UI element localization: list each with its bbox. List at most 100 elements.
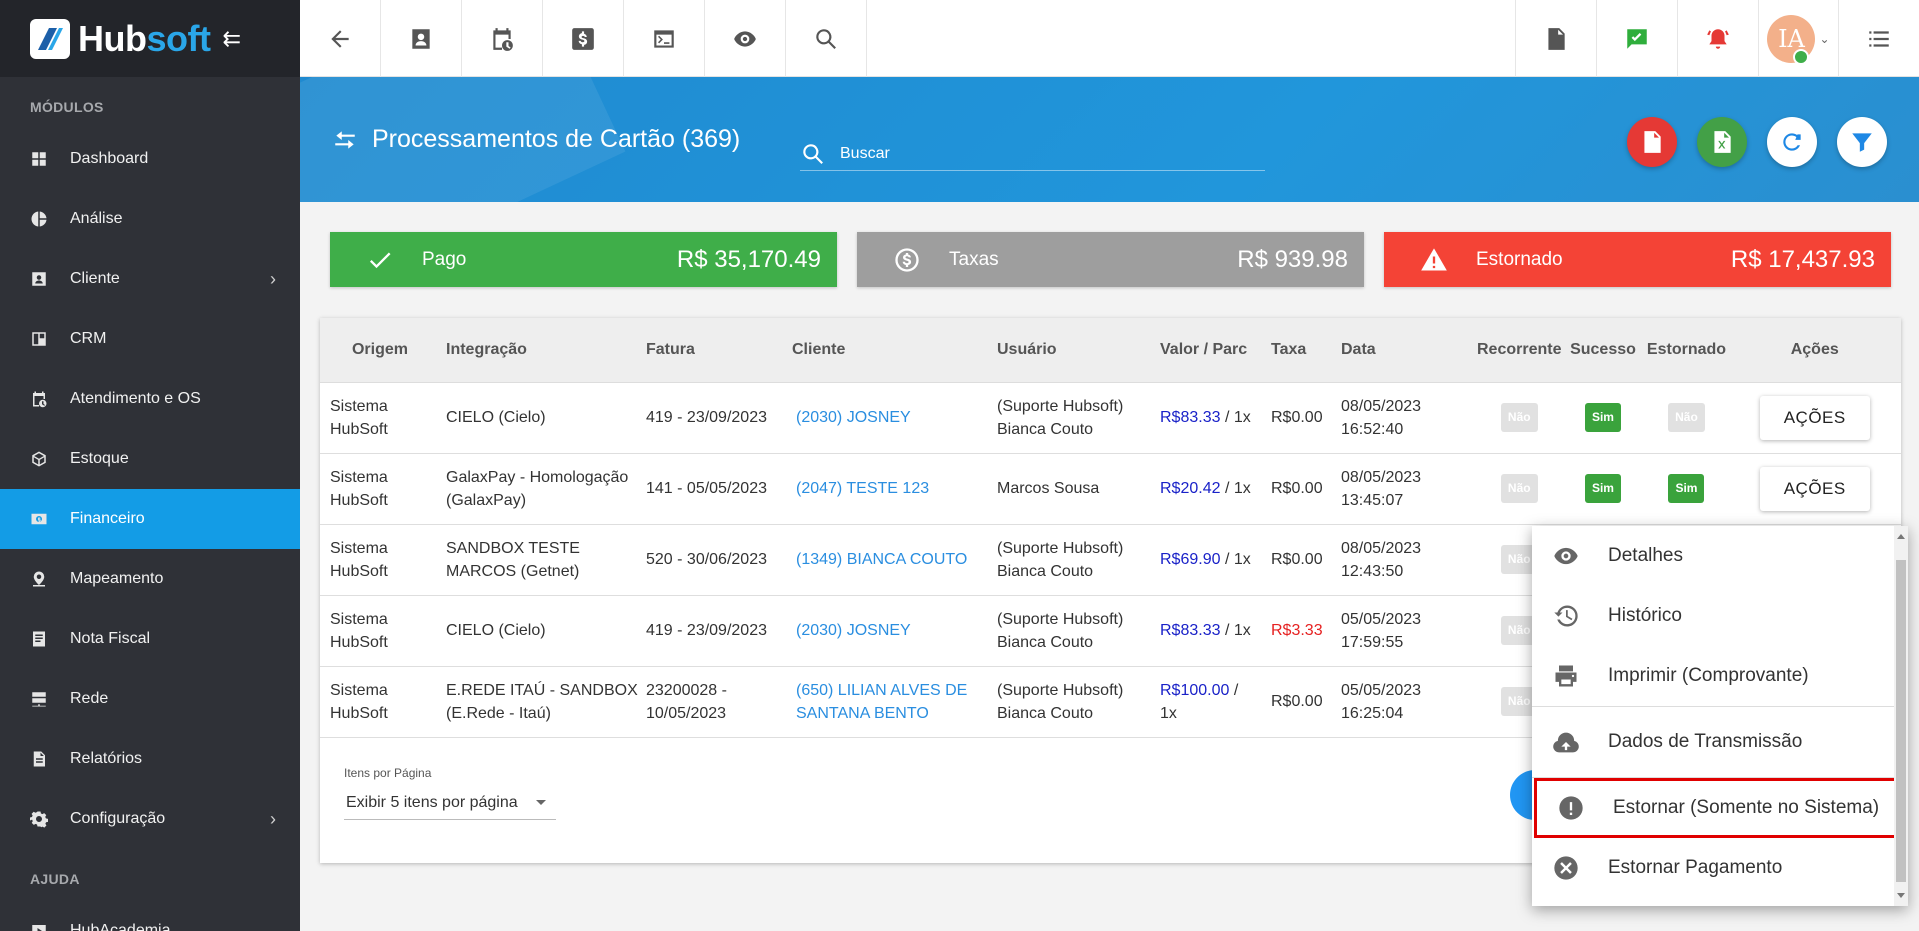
cell-origem: Sistema HubSoft xyxy=(320,595,440,667)
sidebar-item-cliente[interactable]: Cliente › xyxy=(0,249,300,309)
acoes-button[interactable]: AÇÕES xyxy=(1759,466,1870,511)
cell-recorrente: Não xyxy=(1477,453,1562,525)
printer-icon xyxy=(1552,662,1580,690)
items-per-page-select[interactable]: Exibir 5 itens por página xyxy=(344,786,556,820)
menu-item-imprimir[interactable]: Imprimir (Comprovante) xyxy=(1532,646,1908,706)
menu-list-button[interactable] xyxy=(1838,0,1919,77)
col-data[interactable]: Data xyxy=(1341,318,1477,383)
col-origem[interactable]: Origem xyxy=(320,318,440,383)
col-estornado[interactable]: Estornado xyxy=(1644,318,1729,383)
search-input[interactable] xyxy=(840,144,1240,163)
sidebar-item-label: Rede xyxy=(70,690,109,707)
sidebar-item-analise[interactable]: Análise xyxy=(0,189,300,249)
menu-item-estornar-sistema[interactable]: Estornar (Somente no Sistema) xyxy=(1534,778,1906,838)
cell-cliente[interactable]: (1349) BIANCA COUTO xyxy=(792,524,997,596)
card-label: Estornado xyxy=(1476,248,1563,270)
sidebar-item-financeiro[interactable]: Financeiro xyxy=(0,489,300,549)
sidebar-item-label: Estoque xyxy=(70,450,129,467)
menu-scrollbar[interactable] xyxy=(1894,526,1908,906)
sidebar-item-mapeamento[interactable]: Mapeamento xyxy=(0,549,300,609)
cell-usuario: (Suporte Hubsoft) Bianca Couto xyxy=(997,382,1160,454)
col-fatura[interactable]: Fatura xyxy=(646,318,792,383)
cell-data: 05/05/2023 17:59:55 xyxy=(1341,595,1477,667)
sidebar-item-configuracao[interactable]: Configuração › xyxy=(0,789,300,849)
export-excel-button[interactable] xyxy=(1697,117,1747,167)
integracao-text: GalaxPay - Homologação xyxy=(446,468,629,486)
tasks-button[interactable] xyxy=(1596,0,1677,77)
origem-text: HubSoft xyxy=(330,420,388,438)
back-button[interactable] xyxy=(300,0,381,77)
page-title: Processamentos de Cartão (369) xyxy=(332,125,740,154)
sidebar-item-label: Mapeamento xyxy=(70,570,164,587)
sidebar-item-estoque[interactable]: Estoque xyxy=(0,429,300,489)
usuario-text: (Suporte Hubsoft) xyxy=(997,610,1124,628)
menu-item-detalhes[interactable]: Detalhes xyxy=(1532,526,1908,586)
menu-item-dados-transmissao[interactable]: Dados de Transmissão xyxy=(1532,707,1908,777)
sidebar-item-atendimento[interactable]: Atendimento e OS xyxy=(0,369,300,429)
menu-item-estornar-pagamento[interactable]: Estornar Pagamento xyxy=(1532,838,1908,898)
alert-circle-icon xyxy=(1557,794,1585,822)
table-row[interactable]: Sistema HubSoft CIELO (Cielo) 419 - 23/09/2… xyxy=(320,382,1901,454)
col-valor[interactable]: Valor / Parc xyxy=(1160,318,1271,383)
scroll-thumb[interactable] xyxy=(1896,560,1906,882)
valor-text: R$83.33 xyxy=(1160,622,1221,639)
col-cliente[interactable]: Cliente xyxy=(792,318,997,383)
sidebar-item-hubacademia[interactable]: HubAcademia xyxy=(0,901,300,931)
refresh-button[interactable] xyxy=(1767,117,1817,167)
col-usuario[interactable]: Usuário xyxy=(997,318,1160,383)
terminal-button[interactable] xyxy=(624,0,705,77)
warning-icon xyxy=(1420,246,1448,274)
view-button[interactable] xyxy=(705,0,786,77)
eye-icon xyxy=(1552,542,1580,570)
caret-down-icon xyxy=(536,800,546,805)
sidebar-item-relatorios[interactable]: Relatórios xyxy=(0,729,300,789)
export-pdf-button[interactable] xyxy=(1627,117,1677,167)
data-text: 13:45:07 xyxy=(1341,491,1404,509)
card-label: Pago xyxy=(422,248,467,270)
cell-cliente[interactable]: (2047) TESTE 123 xyxy=(792,453,997,525)
valor-text: R$83.33 xyxy=(1160,409,1221,426)
cell-cliente[interactable]: (650) LILIAN ALVES DE SANTANA BENTO xyxy=(792,666,997,738)
collapse-sidebar-icon[interactable]: ⇇ xyxy=(222,26,240,52)
filter-button[interactable] xyxy=(1837,117,1887,167)
card-label: Taxas xyxy=(949,248,999,270)
taxa-text: R$0.00 xyxy=(1271,480,1323,497)
topbar-right: IA ⌄ xyxy=(1515,0,1919,77)
sidebar-item-crm[interactable]: CRM xyxy=(0,309,300,369)
cell-recorrente: Não xyxy=(1477,382,1562,454)
user-menu-button[interactable]: IA ⌄ xyxy=(1758,0,1838,77)
sidebar-item-rede[interactable]: Rede xyxy=(0,669,300,729)
col-acoes[interactable]: Ações xyxy=(1728,318,1901,383)
schedule-button[interactable] xyxy=(462,0,543,77)
col-recorrente[interactable]: Recorrente xyxy=(1477,318,1562,383)
acoes-button[interactable]: AÇÕES xyxy=(1759,395,1870,440)
sidebar: Hubsoft ⇇ MÓDULOS Dashboard Análise Clie… xyxy=(0,0,300,931)
menu-item-historico[interactable]: Histórico xyxy=(1532,586,1908,646)
taxa-text: R$3.33 xyxy=(1271,622,1323,639)
online-status-icon xyxy=(1793,48,1810,65)
cell-origem: Sistema HubSoft xyxy=(320,453,440,525)
items-per-page-value: Exibir 5 itens por página xyxy=(346,793,518,811)
pdf-button[interactable] xyxy=(1515,0,1596,77)
cell-cliente[interactable]: (2030) JOSNEY xyxy=(792,595,997,667)
cell-estornado: Não xyxy=(1644,382,1729,454)
col-taxa[interactable]: Taxa xyxy=(1271,318,1341,383)
finance-button[interactable] xyxy=(543,0,624,77)
refresh-icon xyxy=(1783,133,1801,151)
search-button[interactable] xyxy=(786,0,867,77)
menu-item-label: Estornar (Somente no Sistema) xyxy=(1613,797,1880,818)
contacts-button[interactable] xyxy=(381,0,462,77)
origem-text: Sistema xyxy=(330,468,388,486)
sidebar-item-dashboard[interactable]: Dashboard xyxy=(0,129,300,189)
sidebar-item-nota-fiscal[interactable]: Nota Fiscal xyxy=(0,609,300,669)
col-integracao[interactable]: Integração xyxy=(440,318,646,383)
search-field xyxy=(800,137,1265,171)
alarm-button[interactable] xyxy=(1677,0,1758,77)
pie-chart-icon xyxy=(30,210,48,228)
cell-cliente[interactable]: (2030) JOSNEY xyxy=(792,382,997,454)
col-sucesso[interactable]: Sucesso xyxy=(1561,318,1645,383)
cell-origem: Sistema HubSoft xyxy=(320,666,440,738)
fatura-text: 141 - 05/05/2023 xyxy=(646,480,767,497)
table-row[interactable]: Sistema HubSoft GalaxPay - Homologação (Gal… xyxy=(320,453,1901,525)
cell-usuario: (Suporte Hubsoft) Bianca Couto xyxy=(997,666,1160,738)
